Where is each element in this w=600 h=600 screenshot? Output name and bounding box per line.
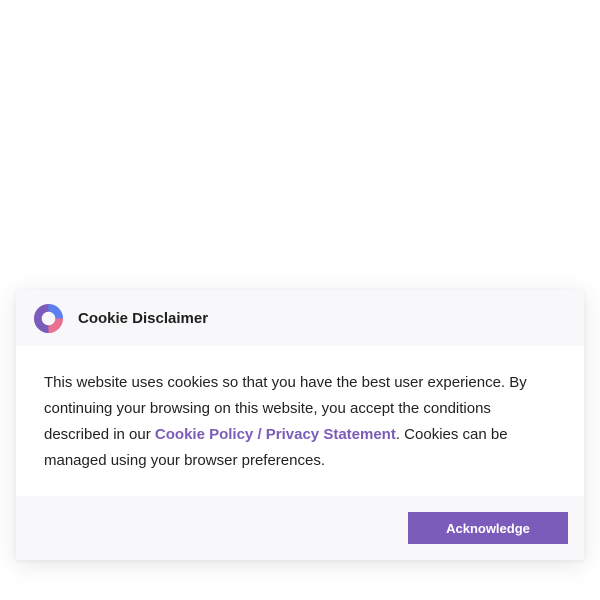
disclaimer-text: This website uses cookies so that you ha… — [44, 370, 556, 474]
dialog-title: Cookie Disclaimer — [78, 309, 209, 327]
dialog-body: This website uses cookies so that you ha… — [16, 346, 584, 496]
cookie-policy-link[interactable]: Cookie Policy / Privacy Statement — [155, 426, 396, 443]
cookie-consent-logo-icon — [33, 303, 64, 333]
dialog-header: Cookie Disclaimer — [16, 290, 584, 346]
cookie-disclaimer-dialog: Cookie Disclaimer This website uses cook… — [16, 290, 584, 560]
acknowledge-button[interactable]: Acknowledge — [408, 512, 568, 544]
page-background: Cookie Disclaimer This website uses cook… — [0, 0, 600, 600]
dialog-footer: Acknowledge — [16, 496, 584, 560]
